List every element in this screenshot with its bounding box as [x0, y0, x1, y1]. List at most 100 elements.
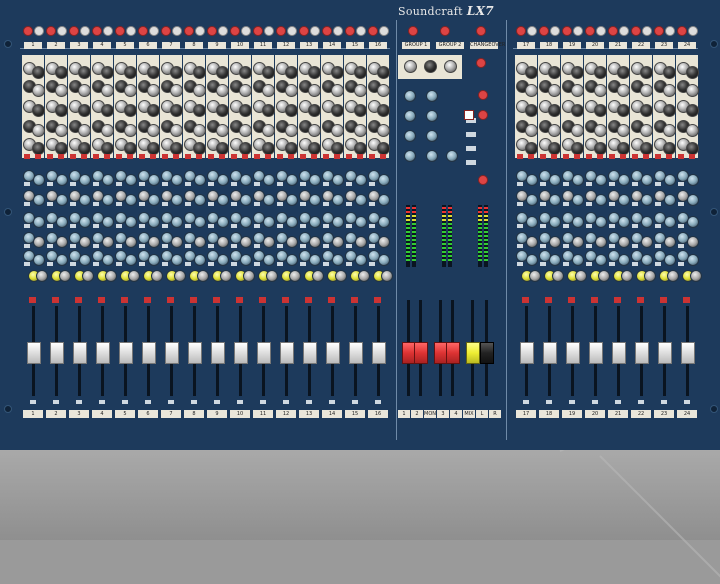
aux-send-knob[interactable]	[526, 216, 538, 228]
eq-in-button[interactable]	[93, 154, 99, 159]
eq-in-button[interactable]	[47, 154, 53, 159]
phase-button[interactable]	[265, 154, 271, 159]
channel-fader[interactable]	[543, 342, 557, 364]
aux-send-knob[interactable]	[355, 194, 367, 206]
channel-fader[interactable]	[658, 342, 672, 364]
aux-send-knob[interactable]	[217, 236, 229, 248]
eq-knob[interactable]	[101, 124, 114, 137]
pfl-button[interactable]	[191, 400, 197, 404]
pfl-button[interactable]	[375, 400, 381, 404]
aux-send-knob[interactable]	[549, 254, 561, 266]
channel-fader[interactable]	[211, 342, 225, 364]
aux-send-knob[interactable]	[549, 194, 561, 206]
aux-send-knob[interactable]	[309, 194, 321, 206]
eq-knob[interactable]	[32, 66, 45, 79]
phase-button[interactable]	[81, 154, 87, 159]
pad-knob[interactable]	[596, 26, 606, 36]
eq-knob[interactable]	[308, 66, 321, 79]
channel-fader[interactable]	[119, 342, 133, 364]
gain-trim-knob[interactable]	[253, 26, 263, 36]
pfl-button[interactable]	[684, 400, 690, 404]
aux-send-knob[interactable]	[687, 254, 699, 266]
pan-knob[interactable]	[220, 270, 232, 282]
aux-send-knob[interactable]	[595, 254, 607, 266]
aux-send-knob[interactable]	[618, 174, 630, 186]
pfl-button[interactable]	[122, 400, 128, 404]
aux-send-knob[interactable]	[194, 254, 206, 266]
pad-knob[interactable]	[550, 26, 560, 36]
eq-knob[interactable]	[571, 66, 584, 79]
pfl-button[interactable]	[661, 400, 667, 404]
eq-knob[interactable]	[285, 124, 298, 137]
eq-knob[interactable]	[617, 124, 630, 137]
aux-send-knob[interactable]	[79, 236, 91, 248]
mute-button[interactable]	[660, 297, 667, 303]
channel-fader[interactable]	[142, 342, 156, 364]
aux-send-knob[interactable]	[125, 236, 137, 248]
channel-fader[interactable]	[326, 342, 340, 364]
pan-knob[interactable]	[174, 270, 186, 282]
aux-send-knob[interactable]	[286, 216, 298, 228]
eq-knob[interactable]	[571, 124, 584, 137]
phase-button[interactable]	[357, 154, 363, 159]
gain-trim-knob[interactable]	[230, 26, 240, 36]
pad-knob[interactable]	[264, 26, 274, 36]
gain-trim-knob[interactable]	[138, 26, 148, 36]
gain-trim-knob[interactable]	[69, 26, 79, 36]
aux-send-knob[interactable]	[240, 236, 252, 248]
gain-trim-knob[interactable]	[608, 26, 618, 36]
pad-knob[interactable]	[527, 26, 537, 36]
aux-send-knob[interactable]	[263, 174, 275, 186]
eq-in-button[interactable]	[609, 154, 615, 159]
aux-send-knob[interactable]	[263, 216, 275, 228]
master-fader[interactable]	[466, 342, 480, 364]
eq-knob[interactable]	[170, 124, 183, 137]
eq-knob[interactable]	[193, 66, 206, 79]
aux-send-knob[interactable]	[102, 254, 114, 266]
aux-send-knob[interactable]	[309, 216, 321, 228]
eq-knob[interactable]	[686, 104, 699, 117]
mute-button[interactable]	[568, 297, 575, 303]
gain-trim-knob[interactable]	[516, 26, 526, 36]
eq-knob[interactable]	[101, 84, 114, 97]
channel-fader[interactable]	[349, 342, 363, 364]
eq-knob[interactable]	[571, 104, 584, 117]
pfl-button[interactable]	[283, 400, 289, 404]
eq-knob[interactable]	[239, 84, 252, 97]
aux-send-knob[interactable]	[687, 216, 699, 228]
eq-knob[interactable]	[663, 124, 676, 137]
aux-send-knob[interactable]	[79, 174, 91, 186]
master-return-knob[interactable]	[478, 110, 488, 120]
channel-fader[interactable]	[96, 342, 110, 364]
aux-send-knob[interactable]	[194, 216, 206, 228]
pfl-button[interactable]	[214, 400, 220, 404]
eq-knob[interactable]	[594, 104, 607, 117]
eq-knob[interactable]	[285, 104, 298, 117]
eq-knob[interactable]	[663, 66, 676, 79]
eq-knob[interactable]	[147, 104, 160, 117]
channel-fader[interactable]	[27, 342, 41, 364]
eq-in-button[interactable]	[139, 154, 145, 159]
master-aux-knob[interactable]	[404, 150, 416, 162]
gain-trim-knob[interactable]	[631, 26, 641, 36]
phase-button[interactable]	[311, 154, 317, 159]
aux-send-knob[interactable]	[309, 236, 321, 248]
pan-knob[interactable]	[575, 270, 587, 282]
aux-send-knob[interactable]	[664, 254, 676, 266]
aux-send-knob[interactable]	[687, 194, 699, 206]
pad-knob[interactable]	[287, 26, 297, 36]
eq-in-button[interactable]	[254, 154, 260, 159]
eq-knob[interactable]	[239, 66, 252, 79]
channel-fader[interactable]	[303, 342, 317, 364]
aux-send-knob[interactable]	[56, 174, 68, 186]
pad-knob[interactable]	[642, 26, 652, 36]
master-aux-knob[interactable]	[404, 130, 416, 142]
eq-knob[interactable]	[55, 84, 68, 97]
pfl-button[interactable]	[329, 400, 335, 404]
eq-knob[interactable]	[147, 66, 160, 79]
aux-send-knob[interactable]	[595, 194, 607, 206]
master-return-knob[interactable]	[478, 90, 488, 100]
aux-send-knob[interactable]	[549, 216, 561, 228]
eq-knob[interactable]	[640, 84, 653, 97]
mute-button[interactable]	[545, 297, 552, 303]
